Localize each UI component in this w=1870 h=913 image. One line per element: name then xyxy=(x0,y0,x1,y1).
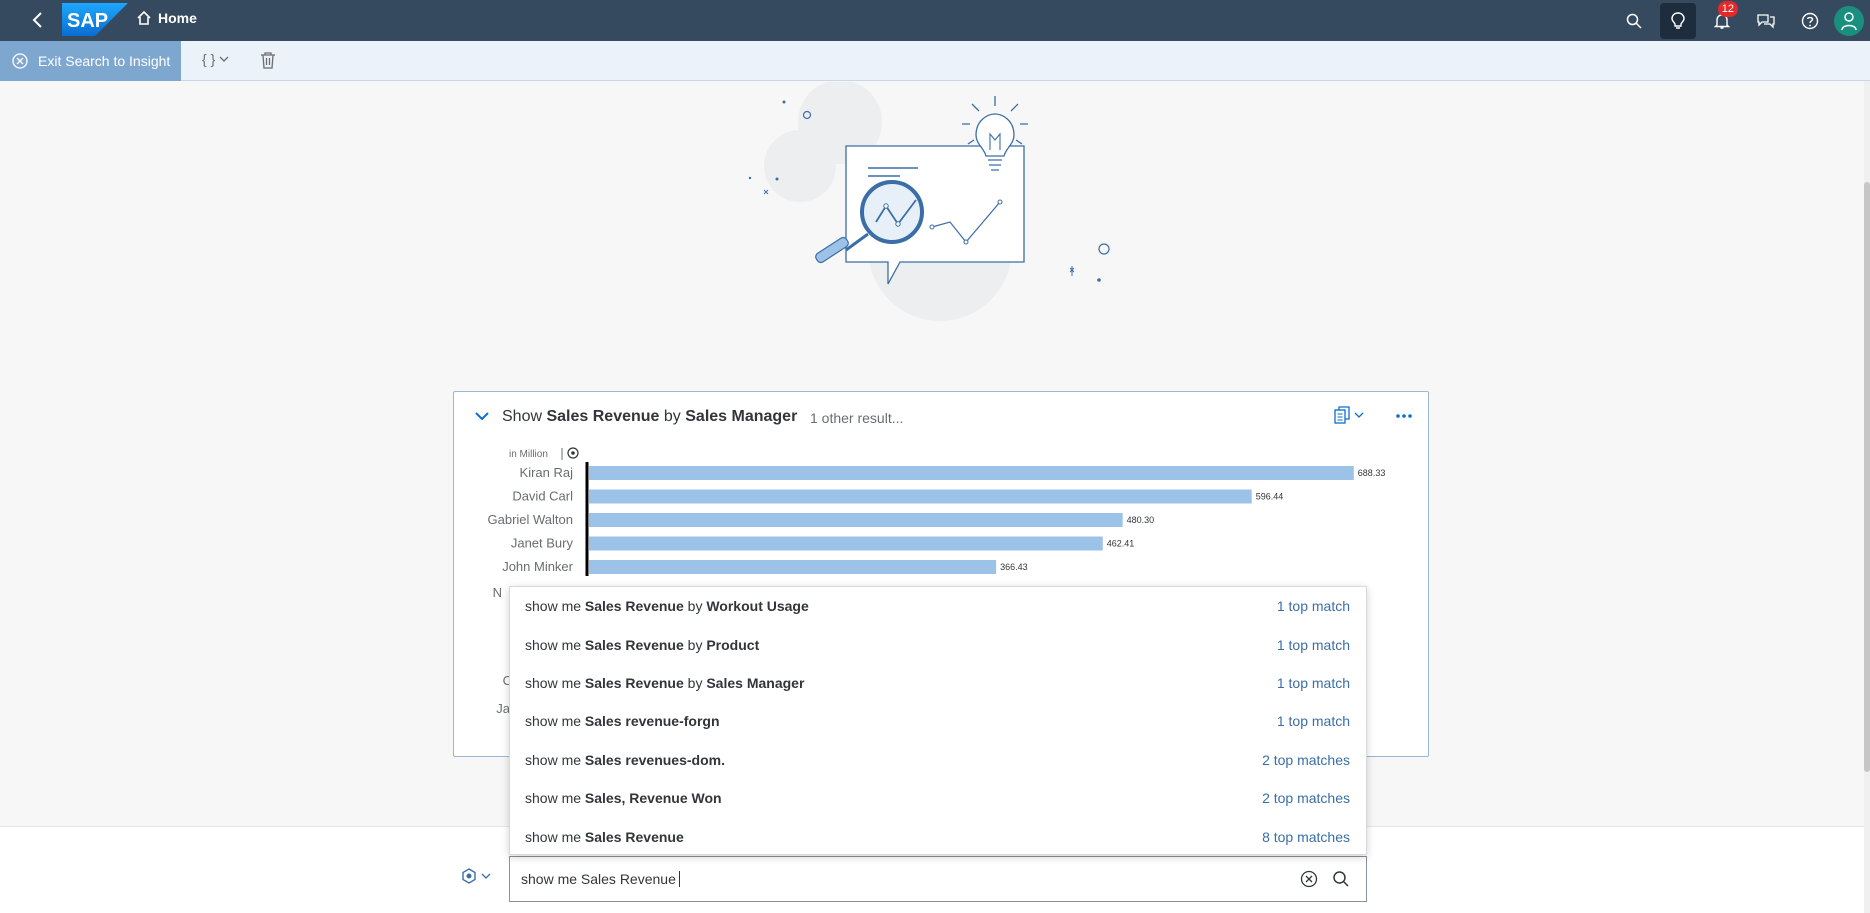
search-icon xyxy=(1626,13,1642,29)
model-icon xyxy=(462,868,476,884)
title-by: by xyxy=(663,408,681,425)
suggestion-text: show me Sales, Revenue Won xyxy=(525,790,722,807)
category-label: David Carl xyxy=(512,489,573,504)
suggestions-popover: show me Sales Revenue by Workout Usage 1 … xyxy=(509,586,1367,855)
category-label: Janet Bury xyxy=(511,536,574,551)
category-label: Gabriel Walton xyxy=(488,512,574,527)
category-label: John Minker xyxy=(502,559,573,574)
unit-label: in Million xyxy=(509,449,548,460)
formula-menu-button[interactable]: { } xyxy=(202,51,229,67)
suggestion-text: show me Sales revenue-forgn xyxy=(525,713,720,730)
chevron-left-icon xyxy=(32,12,42,28)
text-caret xyxy=(678,871,680,887)
discussions-button[interactable] xyxy=(1748,3,1784,39)
help-icon xyxy=(1801,12,1819,29)
match-count: 1 top match xyxy=(1276,713,1350,730)
logo-text: SAP xyxy=(67,10,108,32)
suggestion-item[interactable]: show me Sales Revenue by Sales Manager 1 … xyxy=(510,664,1366,702)
notification-badge: 12 xyxy=(1717,0,1738,17)
data-label: 596.44 xyxy=(1256,492,1284,502)
bar[interactable] xyxy=(589,513,1123,527)
suggestion-text: show me Sales Revenue by Workout Usage xyxy=(525,598,809,615)
help-button[interactable] xyxy=(1792,3,1828,39)
bar[interactable] xyxy=(589,560,997,574)
search-button[interactable] xyxy=(1616,3,1652,39)
model-icon xyxy=(567,447,579,459)
suggestion-item[interactable]: show me Sales revenue-forgn 1 top match xyxy=(510,702,1366,740)
title-dimension: Sales Manager xyxy=(685,408,798,425)
home-icon xyxy=(137,10,151,25)
search-icon[interactable] xyxy=(1332,870,1350,888)
suggestion-item[interactable]: show me Sales Revenue by Product 1 top ma… xyxy=(510,625,1366,663)
other-results-link[interactable]: 1 other result... xyxy=(810,410,903,426)
chevron-down-icon xyxy=(1354,412,1364,418)
delete-button[interactable] xyxy=(260,51,276,74)
suggestion-item[interactable]: show me Sales Revenue by Workout Usage 1 … xyxy=(510,587,1366,625)
category-label: Kiran Raj xyxy=(520,465,574,480)
match-count: 8 top matches xyxy=(1262,828,1350,845)
title-measure: Sales Revenue xyxy=(546,408,660,425)
collapse-button[interactable] xyxy=(472,406,492,426)
chevron-down-icon xyxy=(219,56,229,62)
person-icon xyxy=(1841,11,1857,30)
data-label: 462.41 xyxy=(1107,539,1135,549)
suggestion-text: show me Sales Revenue xyxy=(525,828,684,845)
close-circle-icon xyxy=(12,53,28,69)
suggestion-text: show me Sales Revenue by Sales Manager xyxy=(525,674,805,691)
home-label: Home xyxy=(158,10,197,26)
match-count: 1 top match xyxy=(1276,674,1350,691)
category-label-fragment: N xyxy=(493,585,502,600)
exit-search-to-insight-button[interactable]: Exit Search to Insight xyxy=(0,41,181,81)
data-label: 688.33 xyxy=(1358,468,1386,478)
bar[interactable] xyxy=(589,536,1103,551)
suggestion-item[interactable]: show me Sales, Revenue Won 2 top matches xyxy=(510,779,1366,817)
search-insight-illustration xyxy=(748,82,1110,321)
search-to-insight-button[interactable] xyxy=(1660,2,1696,39)
suggestion-text: show me Sales revenues-dom. xyxy=(525,751,725,768)
exit-label: Exit Search to Insight xyxy=(38,53,171,69)
suggestion-item[interactable]: show me Sales revenues-dom. 2 top matches xyxy=(510,741,1366,779)
shell-bar: SAP Home 12 xyxy=(0,0,1870,41)
match-count: 2 top matches xyxy=(1262,751,1350,768)
sap-logo[interactable]: SAP xyxy=(62,3,128,36)
data-label: 480.30 xyxy=(1127,515,1155,525)
more-options-button[interactable] xyxy=(1392,406,1416,426)
chevron-down-icon xyxy=(481,873,491,879)
match-count: 1 top match xyxy=(1276,598,1350,615)
card-title: Show Sales Revenue by Sales Manager xyxy=(502,408,797,426)
match-count: 2 top matches xyxy=(1262,790,1350,807)
braces-icon: { } xyxy=(202,51,216,67)
lightbulb-icon xyxy=(1671,11,1685,29)
user-avatar[interactable] xyxy=(1834,5,1864,36)
search-input-value: show me Sales Revenue xyxy=(521,871,676,887)
title-prefix: Show xyxy=(502,408,543,425)
suggestion-item[interactable]: show me Sales Revenue 8 top matches xyxy=(510,817,1366,855)
notifications-button[interactable]: 12 xyxy=(1704,0,1740,39)
data-label: 366.43 xyxy=(1000,562,1028,572)
bar[interactable] xyxy=(589,466,1354,480)
clear-icon[interactable] xyxy=(1300,870,1318,888)
search-input[interactable]: show me Sales Revenue xyxy=(509,856,1367,902)
home-link[interactable]: Home xyxy=(136,10,197,26)
overflow-icon xyxy=(1396,414,1412,418)
chat-icon xyxy=(1757,13,1775,29)
match-count: 1 top match xyxy=(1276,636,1350,653)
bar[interactable] xyxy=(589,489,1252,504)
chevron-down-icon xyxy=(475,412,489,421)
scrollbar-thumb[interactable] xyxy=(1864,182,1870,772)
trash-icon xyxy=(261,52,275,69)
copy-menu-button[interactable] xyxy=(1334,406,1364,424)
back-button[interactable] xyxy=(26,8,50,32)
model-picker-button[interactable] xyxy=(461,868,491,884)
toolbar: Exit Search to Insight { } xyxy=(0,41,1870,81)
copy-icon xyxy=(1334,406,1350,424)
suggestion-text: show me Sales Revenue by Product xyxy=(525,636,760,653)
